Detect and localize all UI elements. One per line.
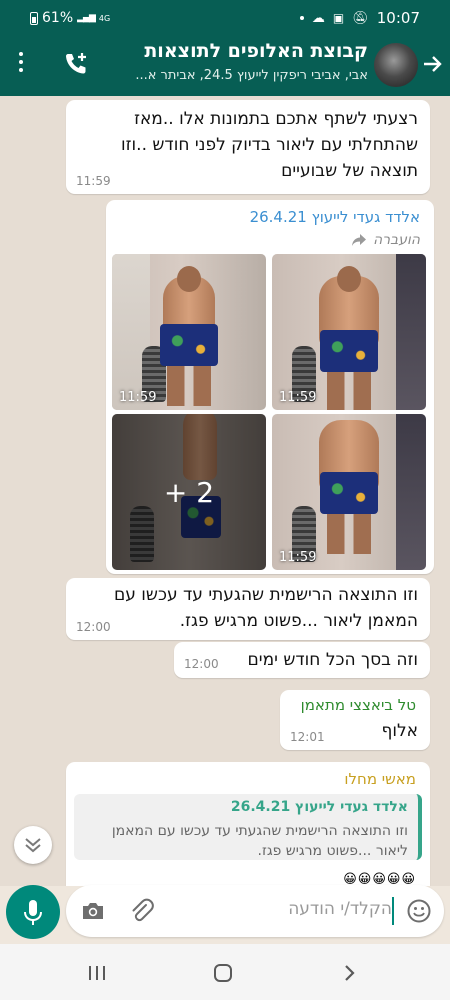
- status-left: 61% ▂▄▆ 4G: [30, 10, 110, 26]
- chat-header: קבוצת האלופים לתוצאות אבי, אביבי ריפקין …: [0, 34, 450, 96]
- photo-thumbnail-more[interactable]: + 2: [112, 414, 266, 570]
- message-time: 12:01: [290, 730, 325, 744]
- message-sender[interactable]: אלדד געדי לייעוץ 26.4.21: [250, 208, 420, 226]
- quoted-line: וזו התוצאה הרישמית שהגעתי עד עכשו עם המא…: [111, 823, 408, 839]
- message-bubble[interactable]: וזה בסך הכל חודש ימים 12:00: [174, 642, 430, 678]
- forwarded-text: הועברה: [373, 232, 420, 248]
- scroll-down-button[interactable]: [14, 826, 52, 864]
- more-photos-count: + 2: [163, 475, 215, 509]
- forwarded-label: הועברה: [351, 232, 420, 248]
- message-time: 12:00: [76, 620, 111, 634]
- photo-time: 11:59: [279, 550, 317, 565]
- forward-arrow-icon: [352, 234, 367, 246]
- status-right: ☁ ▣ 🔕︎ 10:07: [299, 9, 420, 27]
- message-time: 12:00: [184, 657, 219, 671]
- network-type: 4G: [98, 13, 111, 23]
- camera-icon[interactable]: [80, 898, 106, 924]
- photo-thumbnail[interactable]: 11:59: [112, 254, 266, 410]
- attach-icon[interactable]: [128, 897, 156, 925]
- message-text: וזה בסך הכל חודש ימים: [247, 650, 418, 670]
- signal-icon: ▂▄▆: [77, 13, 96, 23]
- message-time: 11:59: [76, 174, 111, 188]
- group-title[interactable]: קבוצת האלופים לתוצאות: [78, 40, 368, 62]
- microphone-icon: [24, 900, 42, 925]
- reply-message-bubble[interactable]: מאשי מחלו אלדד געדי לייעוץ 26.4.21 וזו ה…: [66, 762, 430, 886]
- text-cursor: [392, 897, 394, 925]
- system-nav-bar: [0, 944, 450, 1000]
- mute-icon: 🔕︎: [352, 10, 369, 26]
- more-options-button[interactable]: [18, 52, 24, 76]
- battery-level: 61%: [42, 10, 74, 26]
- message-bubble[interactable]: טל ביאצצי מתאמן אלוף 12:01: [280, 690, 430, 750]
- recents-icon[interactable]: [86, 962, 108, 984]
- image-message-bubble[interactable]: אלדד געדי לייעוץ 26.4.21 הועברה 11:59 11…: [106, 200, 434, 574]
- group-members[interactable]: אבי, אביבי ריפקין לייעוץ 24.5, אביתר א..…: [68, 68, 368, 83]
- notification-dot-icon: [299, 16, 304, 20]
- cloud-icon: ☁: [311, 10, 325, 26]
- back-arrow-icon[interactable]: [420, 52, 444, 76]
- gallery-icon: ▣: [332, 11, 345, 25]
- message-line: המאמן ליאור ...פשוט מרגיש פגז.: [179, 611, 418, 631]
- back-icon[interactable]: [338, 962, 360, 984]
- clock: 10:07: [376, 9, 420, 27]
- quoted-sender: אלדד געדי לייעוץ 26.4.21: [230, 799, 408, 815]
- emoji-row: 😀︎😀︎😀︎😀︎😀︎: [343, 872, 416, 886]
- voice-record-button[interactable]: [6, 885, 60, 939]
- quoted-message[interactable]: אלדד געדי לייעוץ 26.4.21 וזו התוצאה הריש…: [74, 794, 422, 860]
- message-sender[interactable]: מאשי מחלו: [344, 770, 416, 788]
- message-bubble[interactable]: רצעתי לשתף אתכם בתמונות אלו ..מאז שהתחלת…: [66, 100, 430, 194]
- home-icon[interactable]: [212, 962, 234, 984]
- message-line: רצעתי לשתף אתכם בתמונות אלו ..מאז: [134, 109, 418, 129]
- photo-time: 11:59: [119, 390, 157, 405]
- message-line: וזו התוצאה הרישמית שהגעתי עד עכשו עם: [113, 585, 418, 605]
- photo-time: 11:59: [279, 390, 317, 405]
- message-bubble[interactable]: וזו התוצאה הרישמית שהגעתי עד עכשו עם המא…: [66, 578, 430, 640]
- message-text: אלוף: [381, 721, 418, 741]
- photo-thumbnail[interactable]: 11:59: [272, 414, 426, 570]
- message-composer[interactable]: הקלד/י הודעה: [66, 885, 444, 937]
- battery-icon: [30, 11, 38, 25]
- quoted-line: ליאור ...פשוט מרגיש פגז.: [257, 843, 408, 859]
- double-chevron-down-icon: [25, 838, 41, 853]
- photo-thumbnail[interactable]: 11:59: [272, 254, 426, 410]
- message-input[interactable]: הקלד/י הודעה: [288, 899, 392, 919]
- chat-area[interactable]: רצעתי לשתף אתכם בתמונות אלו ..מאז שהתחלת…: [0, 96, 450, 886]
- message-line: תוצאה של שבועיים: [281, 161, 418, 181]
- status-bar: 61% ▂▄▆ 4G ☁ ▣ 🔕︎ 10:07: [0, 0, 450, 34]
- emoji-icon[interactable]: [406, 898, 432, 924]
- message-line: שהתחלתי עם ליאור בדיוק לפני חודש ..וזו: [121, 135, 418, 155]
- group-avatar[interactable]: [374, 43, 418, 87]
- message-sender[interactable]: טל ביאצצי מתאמן: [301, 696, 416, 714]
